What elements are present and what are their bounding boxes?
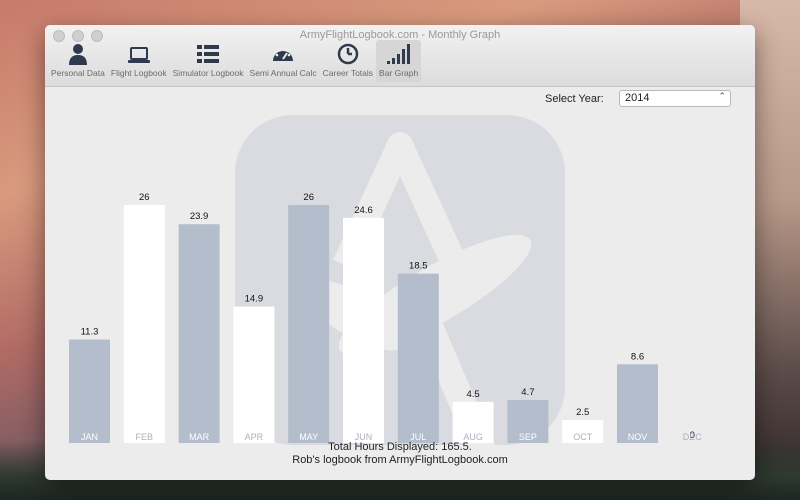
- toolbar-bar-graph[interactable]: Bar Graph: [376, 40, 422, 82]
- bar-jul: [397, 273, 439, 443]
- value-label-jul: 18.5: [409, 261, 428, 272]
- value-label-apr: 14.9: [245, 294, 264, 305]
- value-label-mar: 23.9: [190, 211, 209, 222]
- toolbar-flight-logbook[interactable]: Flight Logbook: [108, 40, 170, 82]
- bar-graph-icon: [386, 44, 410, 64]
- toolbar-semi-annual-calc[interactable]: Semi Annual Calc: [247, 40, 320, 82]
- toolbar: Personal Data Flight Logbook Simulator L…: [48, 40, 422, 86]
- toolbar-label: Simulator Logbook: [172, 68, 244, 78]
- value-label-jan: 11.3: [81, 327, 99, 338]
- person-icon: [68, 44, 87, 65]
- toolbar-label: Career Totals: [322, 68, 374, 78]
- toolbar-label: Personal Data: [51, 68, 105, 78]
- bar-apr: [233, 306, 275, 443]
- bar-jun: [343, 217, 384, 443]
- gauge-icon: [273, 46, 294, 61]
- graph-content: Select Year: 2014 ⌃ 11.3 JAN 26 FEB 23.9 MAR 1…: [45, 87, 755, 480]
- list-icon: [197, 45, 220, 63]
- bar-may: [288, 205, 330, 443]
- toolbar-label: Bar Graph: [379, 68, 419, 78]
- value-label-feb: 26: [139, 192, 150, 203]
- logbook-owner-text: Rob's logbook from ArmyFlightLogbook.com: [292, 454, 508, 466]
- value-label-may: 26: [303, 192, 314, 203]
- value-label-aug: 4.5: [466, 389, 479, 400]
- monthly-bar-chart: 11.3JAN26FEB23.9MAR14.9APR26MAY24.6JUN18…: [69, 192, 702, 443]
- toolbar-career-totals[interactable]: Career Totals: [320, 40, 376, 82]
- toolbar-personal-data[interactable]: Personal Data: [48, 40, 108, 82]
- bar-jan: [69, 339, 110, 443]
- toolbar-label: Flight Logbook: [110, 68, 167, 78]
- total-hours-text: Total Hours Displayed: 165.5.: [328, 441, 472, 453]
- app-window: ArmyFlightLogbook.com - Monthly Graph Pe…: [45, 25, 755, 480]
- clock-icon: [337, 43, 359, 65]
- laptop-icon: [127, 47, 150, 63]
- bar-feb: [123, 205, 165, 443]
- value-label-sep: 4.7: [521, 387, 534, 398]
- toolbar-simulator-logbook[interactable]: Simulator Logbook: [170, 40, 247, 82]
- bar-mar: [178, 224, 220, 443]
- value-label-jun: 24.6: [354, 205, 373, 216]
- toolbar-label: Semi Annual Calc: [249, 68, 317, 78]
- value-label-oct: 2.5: [576, 407, 589, 418]
- title-bar: ArmyFlightLogbook.com - Monthly Graph Pe…: [45, 25, 755, 87]
- value-label-nov: 8.6: [631, 351, 644, 362]
